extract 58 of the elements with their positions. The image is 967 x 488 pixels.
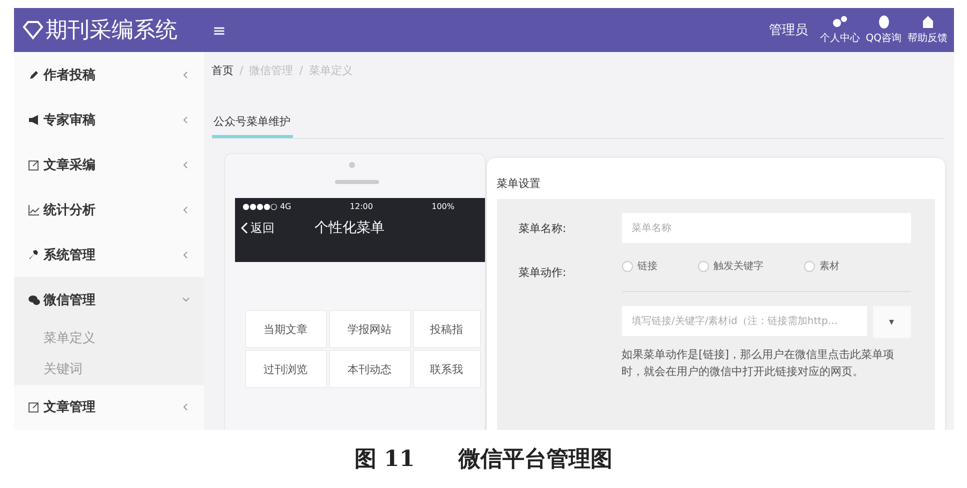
chevron-icon (182, 160, 190, 169)
chevron-icon (182, 116, 190, 124)
radio-option[interactable]: 触发关键字 (698, 259, 764, 273)
back-chevron-icon (240, 222, 248, 234)
chart-icon (28, 204, 40, 216)
breadcrumb-separator: / (299, 64, 303, 76)
sidebar-item[interactable]: 统计分析 (14, 187, 204, 232)
edit-icon (28, 401, 40, 414)
app-logo: 期刊采编系统 (46, 17, 178, 45)
menu-cell[interactable]: 联系我 (412, 350, 480, 388)
header-link[interactable]: 个人中心 (820, 31, 860, 45)
field-label: 菜单名称: (518, 220, 568, 236)
radio-option[interactable]: 链接 (622, 259, 658, 273)
chevron-icon (182, 296, 190, 304)
field-label: 菜单动作: (518, 265, 568, 280)
menu-toggle[interactable]: ≡ (212, 20, 226, 40)
megaphone-icon (28, 114, 40, 126)
chevron-icon (182, 206, 190, 214)
breadcrumb-separator: / (240, 64, 244, 76)
name-field[interactable]: 菜单名称 (622, 213, 910, 243)
dropdown-button[interactable]: ▾ (872, 306, 910, 338)
clock-time: 12:00 (350, 202, 373, 211)
edit-icon (28, 158, 40, 171)
chevron-icon (182, 250, 190, 259)
battery-level: 100% (432, 202, 454, 211)
menu-cell[interactable]: 投稿指 (412, 310, 480, 348)
chat-icon (28, 294, 40, 306)
pencil-icon (28, 68, 40, 81)
header-link[interactable]: QQ咨询 (866, 31, 902, 45)
header-link[interactable]: 帮助反馈 (908, 31, 948, 45)
figure-number: 图 11 (354, 445, 415, 474)
target-field[interactable]: 填写链接/关键字/素材id（注：链接需加http… (622, 306, 866, 336)
sidebar-item[interactable]: 专家审稿 (14, 97, 204, 142)
help-text: 如果菜单动作是[链接]，那么用户在微信里点击此菜单项时，就会在用户的微信中打开此链接对应的网页。 (622, 347, 896, 380)
user-name[interactable]: 管理员 (768, 21, 808, 39)
tab[interactable]: 公众号菜单维护 (212, 114, 292, 138)
radio-option[interactable]: 素材 (804, 259, 840, 273)
diamond-icon (22, 20, 44, 40)
menu-cell[interactable]: 学报网站 (328, 310, 410, 348)
breadcrumb-link[interactable]: 首页 (212, 62, 234, 78)
back-link[interactable]: 返回 (240, 220, 274, 236)
menu-cell[interactable]: 当期文章 (244, 310, 326, 348)
figure-caption: 微信平台管理图 (458, 445, 613, 474)
speaker-bar (334, 180, 378, 184)
gears-icon[interactable] (832, 15, 848, 29)
camera-dot (348, 162, 354, 168)
chevron-icon (182, 403, 190, 412)
panel-title: 菜单设置 (496, 176, 542, 191)
sidebar-item[interactable]: 文章管理 (14, 384, 204, 430)
menu-cell[interactable]: 过刊浏览 (244, 350, 326, 388)
menu-cell[interactable]: 本刊动态 (328, 350, 410, 388)
sidebar-item[interactable]: 微信管理 (14, 277, 204, 322)
phone-title: 个性化菜单 (314, 219, 384, 237)
sidebar-item[interactable]: 作者投稿 (14, 52, 204, 98)
carrier-signal: ●●●●○ 4G (242, 202, 292, 211)
sidebar-item[interactable]: 文章采编 (14, 142, 204, 188)
chevron-icon (182, 70, 190, 79)
sidebar-item[interactable]: 系统管理 (14, 232, 204, 278)
